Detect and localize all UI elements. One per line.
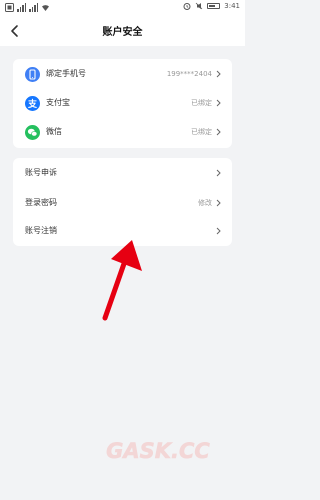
chevron-right-icon	[216, 128, 221, 136]
row-account-deletion-label: 账号注销	[25, 226, 57, 235]
chevron-right-icon	[216, 199, 221, 207]
nav-bar: 账户安全	[0, 16, 245, 46]
chevron-right-icon	[216, 169, 221, 177]
row-alipay[interactable]: 支 支付宝 已绑定	[13, 89, 232, 118]
status-right: 3:41	[183, 2, 240, 10]
row-wechat-value: 已绑定	[191, 128, 212, 136]
row-wechat-label: 微信	[46, 127, 62, 136]
account-card: 账号申诉 登录密码 修改 账号注销	[13, 158, 232, 246]
chevron-right-icon	[216, 227, 221, 235]
chevron-right-icon	[216, 70, 221, 78]
wifi-icon	[42, 5, 49, 11]
annotation-arrow-icon	[102, 240, 142, 321]
svg-text:支: 支	[27, 98, 38, 110]
mute-icon	[195, 2, 203, 10]
row-login-password-value: 修改	[198, 199, 212, 207]
status-bar: 3:41	[0, 0, 245, 16]
row-bind-phone-value: 199****2404	[166, 70, 212, 78]
bindings-card: 绑定手机号 199****2404 支 支付宝 已绑定 微信 已绑定	[13, 59, 232, 148]
status-time: 3:41	[224, 2, 240, 10]
chevron-right-icon	[216, 99, 221, 107]
row-wechat[interactable]: 微信 已绑定	[13, 118, 232, 147]
status-left	[5, 3, 50, 12]
wechat-icon	[25, 125, 40, 140]
row-login-password-label: 登录密码	[25, 198, 57, 207]
row-alipay-value: 已绑定	[191, 99, 212, 107]
row-bind-phone[interactable]: 绑定手机号 199****2404	[13, 60, 232, 89]
row-alipay-label: 支付宝	[46, 98, 70, 107]
row-bind-phone-label: 绑定手机号	[46, 69, 86, 78]
watermark-text: GASK.CC	[106, 439, 210, 463]
page-title: 账户安全	[102, 27, 143, 38]
phone-icon	[25, 67, 40, 82]
sim-icon	[5, 3, 14, 12]
alipay-icon: 支	[25, 96, 40, 111]
row-login-password[interactable]: 登录密码 修改	[13, 189, 232, 218]
row-account-appeal[interactable]: 账号申诉	[13, 159, 232, 188]
signal-icon	[17, 3, 26, 12]
signal-2-icon	[29, 3, 38, 12]
row-account-appeal-label: 账号申诉	[25, 168, 57, 177]
battery-icon	[207, 3, 221, 9]
watermark-logo: GASK.CC	[106, 439, 211, 464]
alarm-icon	[183, 3, 191, 10]
